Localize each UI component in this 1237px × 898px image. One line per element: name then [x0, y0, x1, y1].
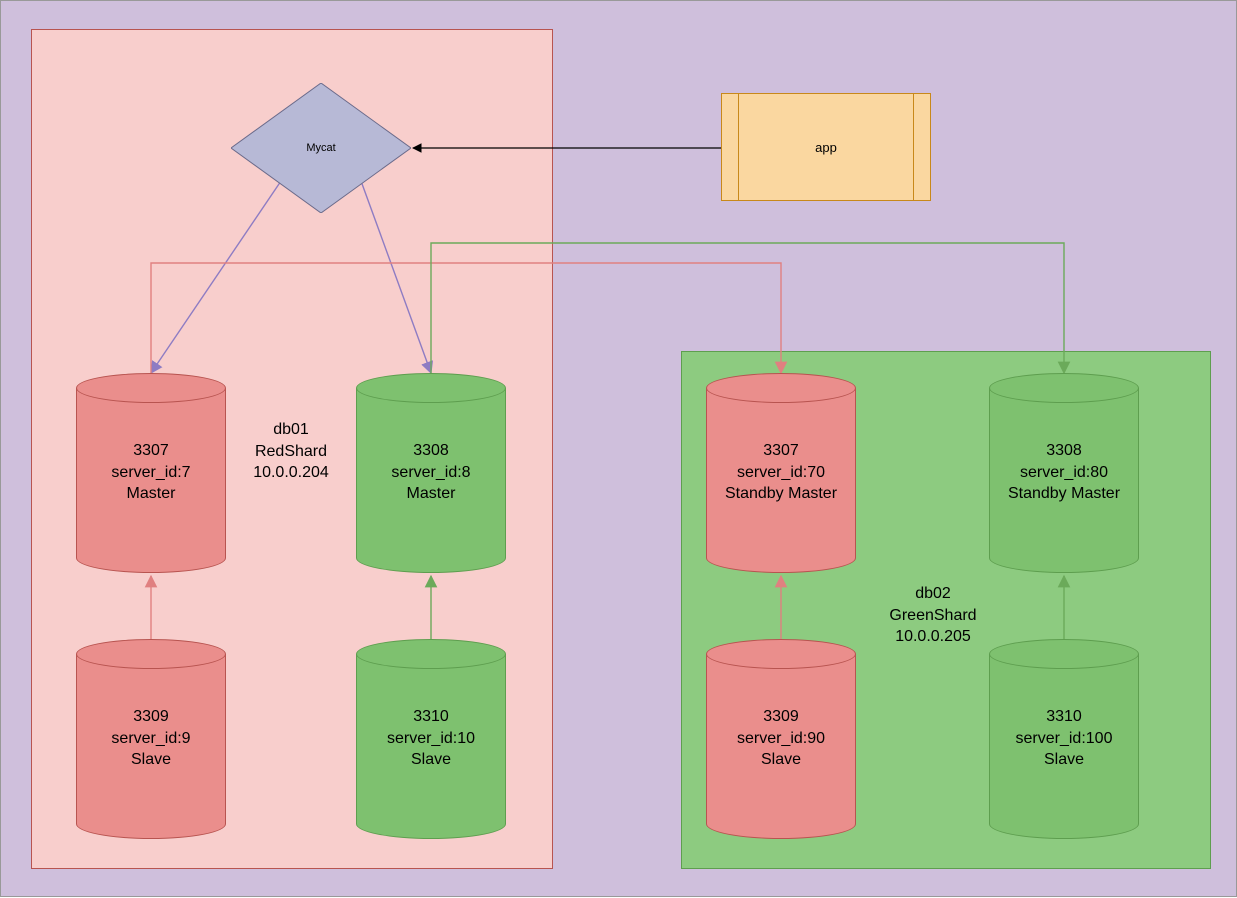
- sid: server_id:7: [111, 464, 190, 481]
- port: 3310: [1046, 708, 1082, 725]
- sid: server_id:80: [1020, 464, 1108, 481]
- diagram-canvas: Mycat app db01 RedShard 10.0.0.204 db02 …: [0, 0, 1237, 897]
- app-node: app: [721, 93, 931, 201]
- db-node-3310-slave-b: 3310 server_id:100 Slave: [989, 639, 1139, 839]
- db-node-3310-slave: 3310 server_id:10 Slave: [356, 639, 506, 839]
- mycat-node: Mycat: [231, 83, 411, 213]
- port: 3309: [133, 708, 169, 725]
- sid: server_id:70: [737, 464, 825, 481]
- db-node-3309-slave: 3309 server_id:9 Slave: [76, 639, 226, 839]
- role: Slave: [411, 751, 451, 768]
- role: Master: [407, 485, 456, 502]
- db01-shard: RedShard: [255, 443, 327, 460]
- db02-label: db02 GreenShard 10.0.0.205: [863, 583, 1003, 648]
- db02-ip: 10.0.0.205: [895, 628, 971, 645]
- db-node-3309-slave-b: 3309 server_id:90 Slave: [706, 639, 856, 839]
- port: 3309: [763, 708, 799, 725]
- role: Master: [127, 485, 176, 502]
- role: Standby Master: [725, 485, 837, 502]
- app-label: app: [722, 94, 930, 200]
- role: Standby Master: [1008, 485, 1120, 502]
- role: Slave: [131, 751, 171, 768]
- db01-name: db01: [273, 421, 309, 438]
- port: 3307: [133, 442, 169, 459]
- sid: server_id:10: [387, 730, 475, 747]
- port: 3308: [1046, 442, 1082, 459]
- sid: server_id:100: [1016, 730, 1113, 747]
- db-node-3307-standby: 3307 server_id:70 Standby Master: [706, 373, 856, 573]
- sid: server_id:90: [737, 730, 825, 747]
- sid: server_id:8: [391, 464, 470, 481]
- port: 3308: [413, 442, 449, 459]
- db-node-3307-master: 3307 server_id:7 Master: [76, 373, 226, 573]
- db-node-3308-master: 3308 server_id:8 Master: [356, 373, 506, 573]
- db-node-3308-standby: 3308 server_id:80 Standby Master: [989, 373, 1139, 573]
- role: Slave: [761, 751, 801, 768]
- db02-shard: GreenShard: [889, 607, 976, 624]
- sid: server_id:9: [111, 730, 190, 747]
- role: Slave: [1044, 751, 1084, 768]
- mycat-label: Mycat: [231, 83, 411, 213]
- db02-name: db02: [915, 585, 951, 602]
- port: 3307: [763, 442, 799, 459]
- db01-label: db01 RedShard 10.0.0.204: [231, 419, 351, 484]
- db01-ip: 10.0.0.204: [253, 464, 329, 481]
- port: 3310: [413, 708, 449, 725]
